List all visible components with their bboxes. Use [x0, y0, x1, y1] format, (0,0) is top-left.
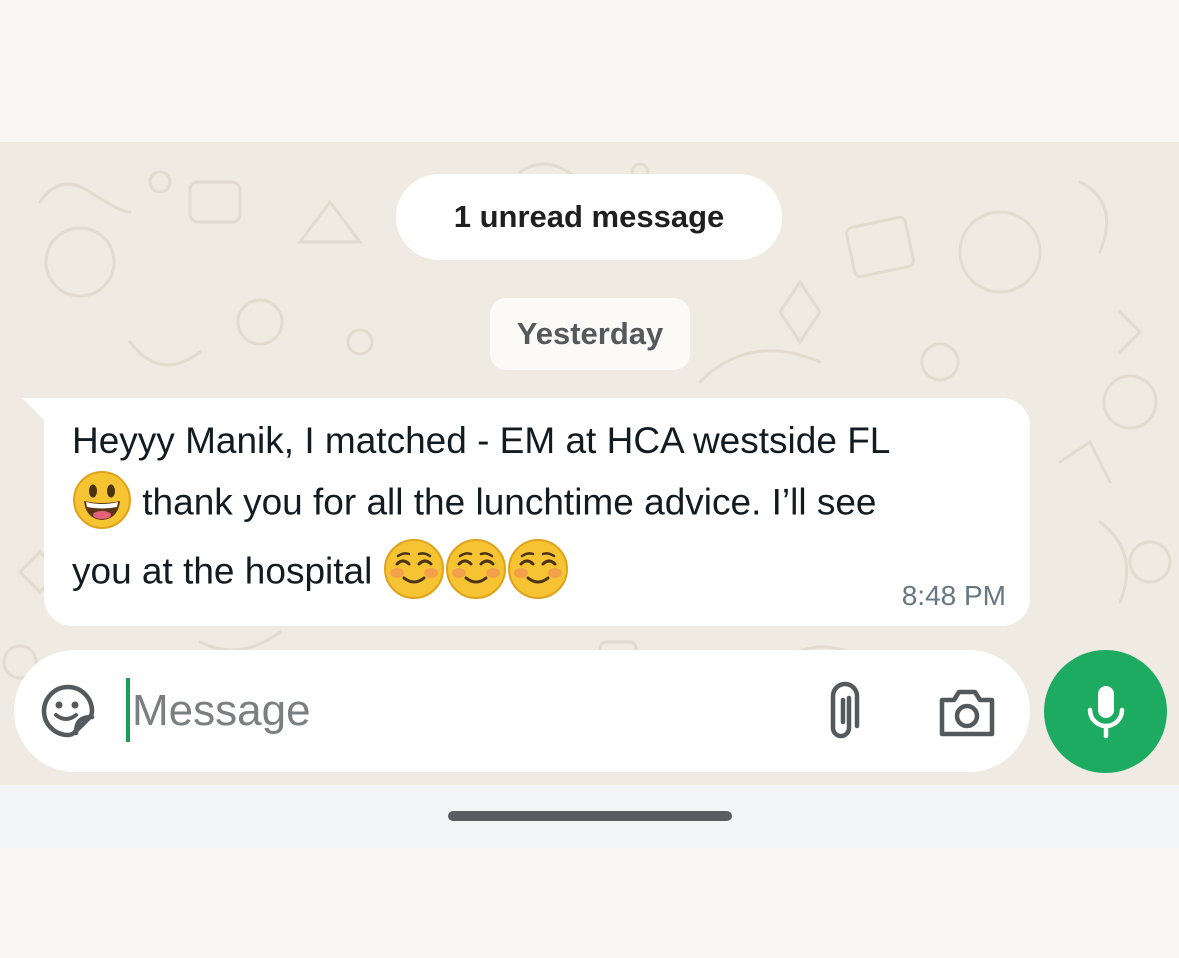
- text-cursor: [126, 678, 130, 742]
- paperclip-icon[interactable]: [822, 680, 866, 742]
- grinning-face-emoji-icon: [72, 470, 132, 539]
- date-separator: Yesterday: [490, 298, 690, 370]
- top-area: [0, 0, 1179, 142]
- smiling-face-emoji-icon: [383, 538, 445, 609]
- sticker-icon[interactable]: [40, 683, 96, 739]
- smiling-face-emoji-icon: [507, 538, 569, 609]
- unread-banner-text: 1 unread message: [453, 199, 725, 234]
- message-line-2-text: thank you for all the lunchtime advice. …: [132, 481, 877, 523]
- system-navigation-bar: [0, 785, 1179, 847]
- message-timestamp: 8:48 PM: [901, 580, 1006, 611]
- message-line-1: Heyyy Manik, I matched - EM at HCA wests…: [72, 420, 891, 461]
- unread-messages-banner: 1 unread message: [396, 174, 782, 260]
- microphone-icon: [1087, 685, 1124, 738]
- smiling-face-emoji-icon: [445, 538, 507, 609]
- microphone-button[interactable]: [1044, 650, 1167, 773]
- message-line-3-text: you at the hospital: [72, 550, 383, 592]
- incoming-message-bubble[interactable]: Heyyy Manik, I matched - EM at HCA wests…: [44, 398, 1030, 626]
- message-input[interactable]: [132, 672, 772, 750]
- message-composer[interactable]: [14, 650, 1030, 772]
- camera-icon[interactable]: [938, 686, 996, 738]
- date-separator-text: Yesterday: [516, 316, 664, 351]
- message-line-2: thank you for all the lunchtime advice. …: [72, 470, 877, 539]
- home-indicator[interactable]: [448, 811, 732, 821]
- message-line-3: you at the hospital: [72, 538, 569, 609]
